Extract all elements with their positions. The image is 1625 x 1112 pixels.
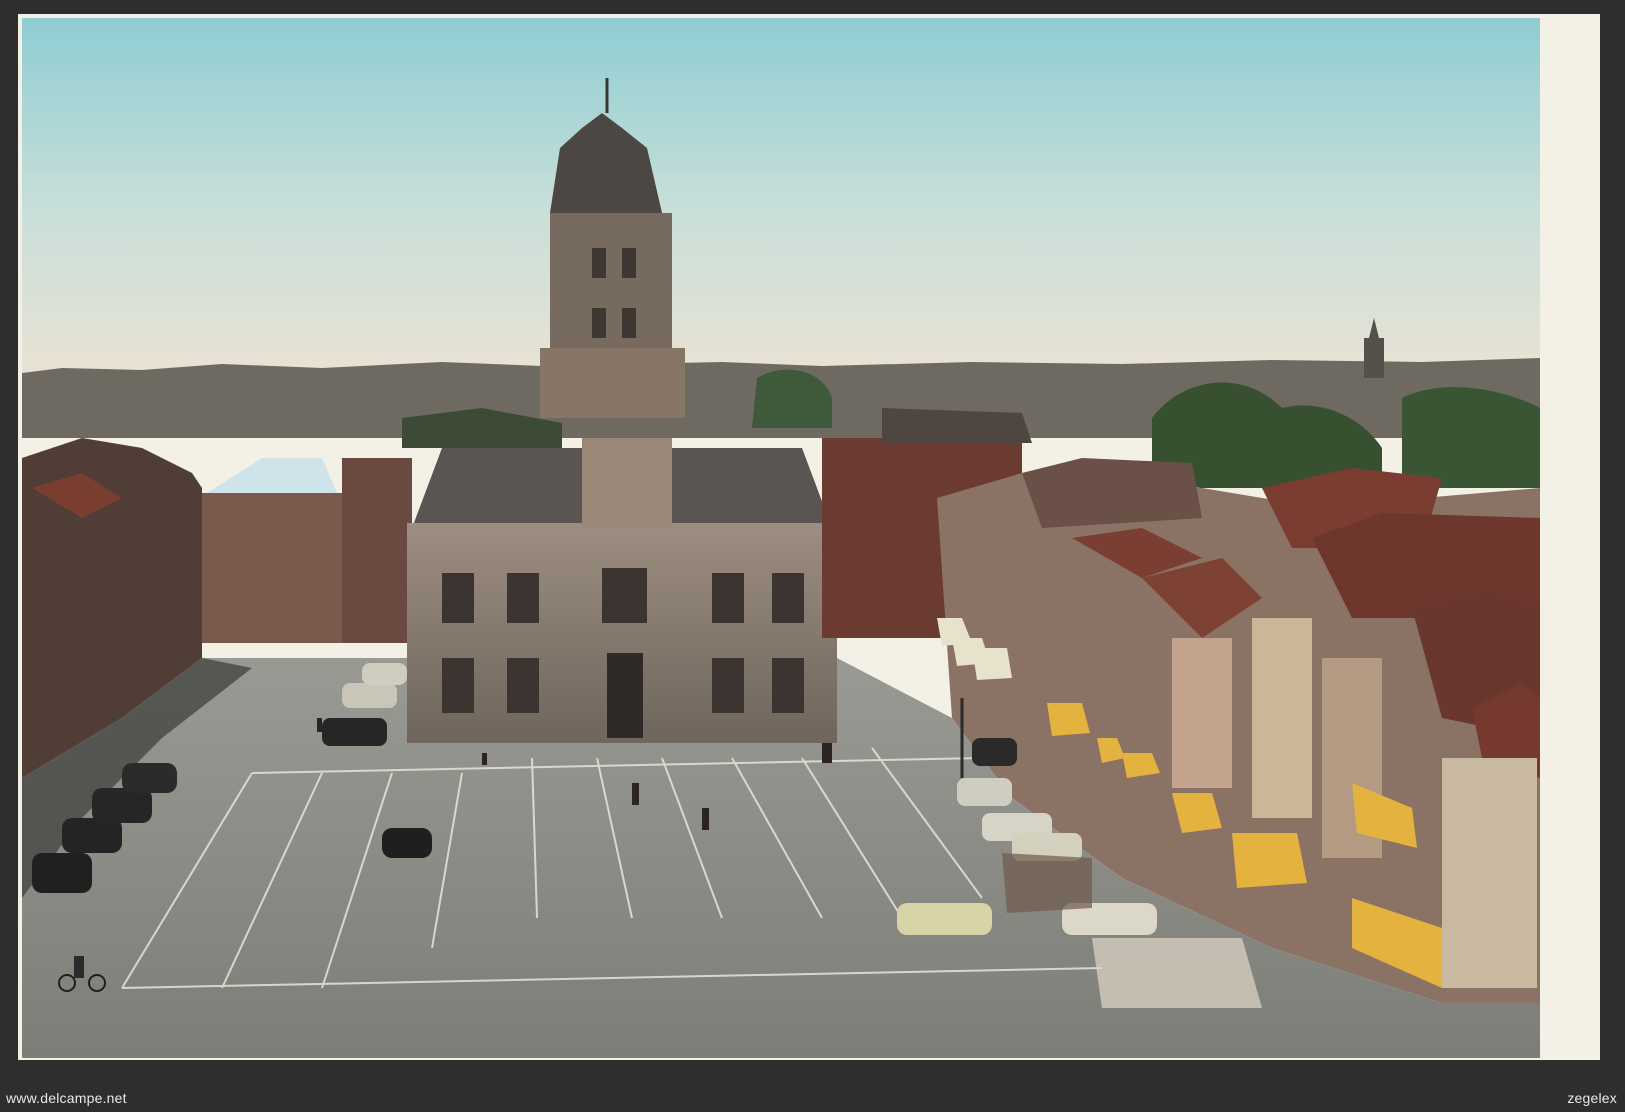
tower-window xyxy=(592,248,606,278)
postcard-photo xyxy=(18,14,1600,1060)
cafe-terrace xyxy=(1092,938,1262,1008)
brick-building-roof xyxy=(882,408,1032,443)
trees-far-right xyxy=(1402,387,1540,488)
postcard-svg xyxy=(18,14,1600,1060)
house-facade xyxy=(1252,618,1312,818)
tower-shaft xyxy=(550,213,672,358)
watermark-right: zegelex xyxy=(1567,1090,1617,1106)
town-hall-gable xyxy=(582,438,672,528)
sky xyxy=(22,18,1540,373)
right-roof xyxy=(1022,458,1202,528)
pale-building-facade xyxy=(202,493,342,643)
house-facade xyxy=(1172,638,1232,788)
tower-window xyxy=(622,248,636,278)
watermark-left: www.delcampe.net xyxy=(6,1090,127,1106)
house-facade xyxy=(1442,758,1537,988)
cafe-terrace-shade xyxy=(1002,853,1092,913)
tower-window xyxy=(592,308,606,338)
tower-base xyxy=(540,348,685,418)
town-hall-door xyxy=(607,653,643,738)
narrow-house xyxy=(342,458,412,643)
tower-window xyxy=(622,308,636,338)
